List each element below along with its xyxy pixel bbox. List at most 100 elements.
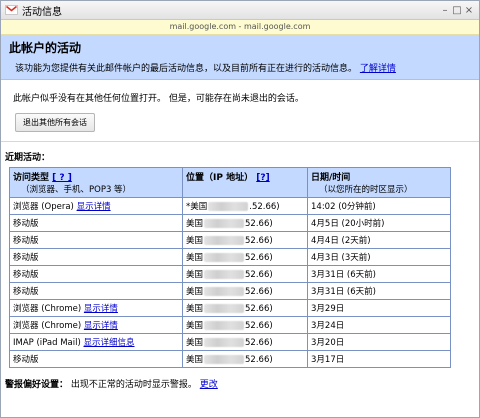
table-row: 移动版 美国 52.66) 4月5日 (20小时前) — [9, 214, 451, 232]
datetime-cell: 3月24日 — [307, 316, 451, 334]
ip-suffix: 52.66) — [245, 253, 273, 263]
access-type-text: 移动版 — [13, 236, 39, 246]
redacted-ip — [204, 355, 245, 364]
access-type-cell: 浏览器 (Chrome) 显示详情 — [9, 316, 183, 334]
access-type-cell: 移动版 — [9, 214, 183, 232]
location-cell: 美国 52.66) — [182, 265, 308, 283]
access-type-text: 浏览器 (Chrome) — [13, 304, 82, 314]
location-cell: 美国 52.66) — [182, 248, 308, 266]
datetime-cell: 3月31日 (6天前) — [307, 265, 451, 283]
access-type-cell: 移动版 — [9, 231, 183, 249]
url-bar: mail.google.com - mail.google.com — [1, 20, 479, 35]
show-details-link[interactable]: 显示详情 — [84, 321, 118, 331]
ip-suffix: 52.66) — [245, 304, 273, 314]
gmail-envelope-icon — [5, 5, 18, 15]
show-details-link[interactable]: 显示详细信息 — [84, 338, 135, 348]
minimize-icon[interactable]: – — [439, 5, 451, 16]
main-content: 此帐户似乎没有在其他任何位置打开。 但是，可能存在尚未退出的会话。 退出其他所有… — [1, 91, 479, 132]
ip-suffix: 52.66) — [245, 321, 273, 331]
table-row: 移动版 美国 52.66) 3月17日 — [9, 350, 451, 368]
close-icon[interactable]: × — [463, 5, 475, 16]
show-details-link[interactable]: 显示详情 — [84, 304, 118, 314]
learn-more-link[interactable]: 了解详情 — [360, 64, 396, 74]
location-cell: 美国 52.66) — [182, 316, 308, 334]
access-type-text: 移动版 — [13, 287, 39, 297]
ip-suffix: 52.66) — [245, 219, 273, 229]
ip-suffix: 52.66) — [245, 270, 273, 280]
access-type-cell: 浏览器 (Chrome) 显示详情 — [9, 299, 183, 317]
table-row: 浏览器 (Opera) 显示详情 *美国 .52.66) 14:02 (0分钟前) — [9, 197, 451, 215]
redacted-ip — [204, 253, 245, 262]
recent-activity-title: 近期活动： — [5, 153, 51, 163]
header-location: 位置（IP 地址） [?] — [182, 167, 308, 198]
table-row: 移动版 美国 52.66) 3月31日 (6天前) — [9, 265, 451, 283]
table-row: 移动版 美国 52.66) 4月3日 (3天前) — [9, 248, 451, 266]
redacted-ip — [204, 270, 245, 279]
page-title: 此帐户的活动 — [9, 41, 82, 55]
ip-suffix: 52.66) — [245, 236, 273, 246]
datetime-cell: 3月29日 — [307, 299, 451, 317]
access-type-help-link[interactable]: [ ? ] — [52, 173, 72, 183]
maximize-icon[interactable]: □ — [451, 5, 463, 16]
ip-suffix: 52.66) — [245, 338, 273, 348]
location-country: 美国 — [186, 287, 204, 297]
location-country: 美国 — [186, 253, 204, 263]
table-row: IMAP (iPad Mail) 显示详细信息 美国 52.66) 3月20日 — [9, 333, 451, 351]
datetime-cell: 14:02 (0分钟前) — [307, 197, 451, 215]
access-type-text: 移动版 — [13, 270, 39, 280]
title-bar[interactable]: 活动信息 – □ × — [1, 1, 479, 20]
access-type-text: 移动版 — [13, 253, 39, 263]
window-title: 活动信息 — [22, 6, 62, 18]
access-type-cell: 移动版 — [9, 265, 183, 283]
datetime-cell: 3月20日 — [307, 333, 451, 351]
ip-suffix: 52.66) — [245, 287, 273, 297]
access-type-cell: 移动版 — [9, 350, 183, 368]
datetime-cell: 4月4日 (2天前) — [307, 231, 451, 249]
datetime-cell: 3月17日 — [307, 350, 451, 368]
location-cell: 美国 52.66) — [182, 231, 308, 249]
table-header-row: 访问类型 [ ? ] （浏览器、手机、POP3 等） 位置（IP 地址） [?]… — [9, 167, 451, 198]
location-cell: 美国 52.66) — [182, 282, 308, 300]
logout-other-sessions-button[interactable]: 退出其他所有会话 — [15, 113, 95, 132]
access-type-cell: 移动版 — [9, 282, 183, 300]
access-type-text: 移动版 — [13, 355, 39, 365]
table-row: 浏览器 (Chrome) 显示详情 美国 52.66) 3月29日 — [9, 299, 451, 317]
datetime-cell: 3月31日 (6天前) — [307, 282, 451, 300]
location-cell: 美国 52.66) — [182, 299, 308, 317]
alert-label: 警报偏好设置： — [5, 380, 69, 390]
access-type-text: 浏览器 (Opera) — [13, 202, 74, 212]
location-cell: *美国 .52.66) — [182, 197, 308, 215]
status-note: 此帐户似乎没有在其他任何位置打开。 但是，可能存在尚未退出的会话。 — [13, 94, 304, 104]
location-country: *美国 — [186, 202, 208, 212]
redacted-ip — [208, 202, 249, 211]
alert-preferences: 警报偏好设置： 出现不正常的活动时显示警报。 更改 — [5, 377, 479, 390]
show-details-link[interactable]: 显示详情 — [77, 202, 111, 212]
location-country: 美国 — [186, 321, 204, 331]
table-row: 移动版 美国 52.66) 4月4日 (2天前) — [9, 231, 451, 249]
alert-text: 出现不正常的活动时显示警报。 — [70, 380, 197, 390]
access-type-text: 浏览器 (Chrome) — [13, 321, 82, 331]
datetime-sub: （以您所在的时区显示） — [319, 185, 413, 195]
access-type-text: 移动版 — [13, 219, 39, 229]
location-country: 美国 — [186, 304, 204, 314]
access-type-cell: 浏览器 (Opera) 显示详情 — [9, 197, 183, 215]
redacted-ip — [204, 321, 245, 330]
redacted-ip — [204, 219, 245, 228]
ip-suffix: 52.66) — [245, 355, 273, 365]
datetime-cell: 4月3日 (3天前) — [307, 248, 451, 266]
redacted-ip — [204, 236, 245, 245]
location-help-link[interactable]: [?] — [256, 173, 269, 183]
page-header: 此帐户的活动 该功能为您提供有关此邮件帐户的最后活动信息，以及目前所有正在进行的… — [1, 35, 479, 80]
header-access-type: 访问类型 [ ? ] （浏览器、手机、POP3 等） — [9, 167, 183, 198]
location-label: 位置（IP 地址） — [186, 173, 254, 183]
redacted-ip — [204, 338, 245, 347]
location-country: 美国 — [186, 236, 204, 246]
change-alert-link[interactable]: 更改 — [200, 380, 218, 390]
access-type-sub: （浏览器、手机、POP3 等） — [21, 185, 132, 195]
ip-suffix: .52.66) — [249, 202, 280, 212]
location-country: 美国 — [186, 270, 204, 280]
location-cell: 美国 52.66) — [182, 214, 308, 232]
activity-table: 访问类型 [ ? ] （浏览器、手机、POP3 等） 位置（IP 地址） [?]… — [9, 167, 451, 368]
header-description: 该功能为您提供有关此邮件帐户的最后活动信息，以及目前所有正在进行的活动信息。 了… — [9, 61, 471, 74]
access-type-text: IMAP (iPad Mail) — [13, 338, 81, 348]
